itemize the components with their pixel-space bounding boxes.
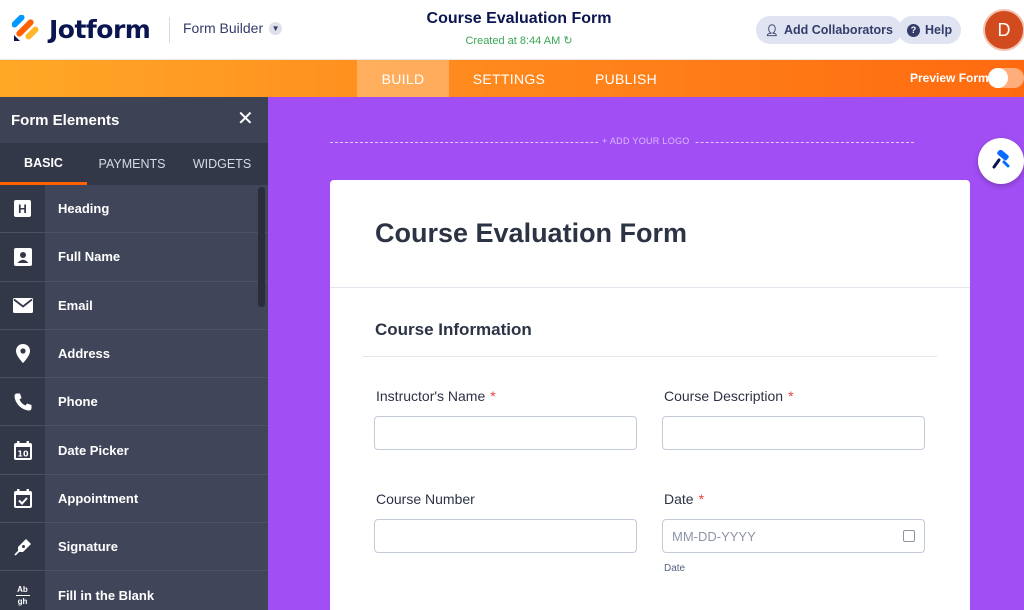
jotform-logo-mark-icon	[12, 15, 39, 41]
course-description-field[interactable]	[662, 416, 925, 450]
heading-icon: H	[0, 185, 45, 233]
created-status: Created at 8:44 AM ↻	[400, 34, 638, 47]
element-label: Date Picker	[58, 442, 129, 458]
panel-title: Form Elements	[11, 112, 120, 129]
form-builder-label: Form Builder	[183, 20, 264, 36]
element-appointment[interactable]: Appointment	[0, 474, 268, 524]
tab-basic[interactable]: BASIC	[0, 143, 87, 185]
form-card: Course Evaluation Form Course Informatio…	[330, 180, 970, 610]
panel-scrollbar[interactable]	[258, 187, 265, 307]
date-label[interactable]: Date *	[664, 491, 704, 507]
fill-blank-icon-bottom: gh	[17, 596, 28, 606]
section-divider	[363, 356, 937, 357]
element-signature[interactable]: Signature	[0, 523, 268, 572]
element-list: H Heading Full Name Email Address Phone …	[0, 185, 268, 610]
date-field[interactable]: MM-DD-YYYY	[662, 519, 925, 553]
form-heading[interactable]: Course Evaluation Form	[375, 218, 687, 249]
calendar-icon[interactable]	[903, 530, 915, 542]
form-title-block: Course Evaluation Form Created at 8:44 A…	[400, 10, 638, 47]
course-number-label[interactable]: Course Number	[376, 491, 475, 507]
add-logo-link[interactable]: + ADD YOUR LOGO	[598, 136, 694, 146]
header-form-title[interactable]: Course Evaluation Form	[400, 10, 638, 28]
add-collaborators-button[interactable]: 👤︎ Add Collaborators	[756, 16, 903, 44]
instructor-name-label[interactable]: Instructor's Name *	[376, 388, 496, 404]
toggle-knob	[988, 68, 1008, 88]
section-heading[interactable]: Course Information	[375, 320, 532, 340]
tab-widgets[interactable]: WIDGETS	[177, 143, 267, 185]
element-label: Fill in the Blank	[58, 587, 155, 603]
required-marker: *	[698, 491, 705, 507]
course-description-text: Course Description	[664, 388, 784, 404]
paint-roller-icon	[992, 150, 1010, 169]
map-pin-icon	[0, 329, 45, 378]
created-text: Created at 8:44 AM	[465, 35, 561, 47]
date-sublabel: Date	[664, 563, 686, 574]
panel-header: Form Elements ✕	[0, 97, 268, 143]
element-fill-in-the-blank[interactable]: Ab gh Fill in the Blank	[0, 571, 268, 610]
element-heading[interactable]: H Heading	[0, 185, 268, 234]
element-label: Heading	[58, 201, 110, 217]
person-card-icon	[0, 233, 45, 281]
course-number-text: Course Number	[376, 491, 475, 507]
chevron-down-icon: ▼	[269, 21, 283, 35]
element-email[interactable]: Email	[0, 281, 268, 330]
tab-build[interactable]: BUILD	[357, 60, 449, 97]
element-label: Address	[58, 346, 111, 362]
envelope-icon	[0, 281, 45, 329]
element-full-name[interactable]: Full Name	[0, 233, 268, 282]
help-button[interactable]: ? Help	[898, 16, 962, 44]
top-header: Jotform Form Builder ▼ Course Evaluation…	[0, 0, 1024, 60]
preview-form-label: Preview Form	[910, 71, 989, 85]
element-address[interactable]: Address	[0, 329, 268, 379]
date-text: Date	[664, 491, 694, 507]
preview-form-toggle[interactable]	[988, 68, 1024, 88]
tab-payments[interactable]: PAYMENTS	[88, 143, 176, 185]
element-label: Phone	[58, 394, 98, 410]
course-number-field[interactable]	[374, 519, 637, 553]
form-builder-dropdown[interactable]: Form Builder ▼	[183, 20, 283, 36]
fill-blank-icon: Ab gh	[0, 571, 45, 610]
element-date-picker[interactable]: 10 Date Picker	[0, 426, 268, 475]
svg-text:10: 10	[17, 449, 29, 458]
phone-icon	[0, 378, 45, 426]
panel-tabs: BASIC PAYMENTS WIDGETS	[0, 143, 268, 185]
date-placeholder: MM-DD-YYYY	[672, 529, 756, 544]
header-divider	[169, 17, 170, 43]
required-marker: *	[788, 388, 794, 404]
form-designer-button[interactable]	[978, 138, 1024, 184]
add-collaborators-label: Add Collaborators	[783, 23, 894, 37]
instructor-name-text: Instructor's Name	[376, 388, 486, 404]
close-icon[interactable]: ✕	[237, 109, 254, 129]
tab-publish[interactable]: PUBLISH	[580, 60, 672, 97]
calendar-icon: 10	[0, 426, 45, 474]
instructor-name-field[interactable]	[374, 416, 637, 450]
heading-divider	[330, 287, 970, 288]
course-description-label[interactable]: Course Description *	[664, 388, 794, 404]
element-label: Appointment	[58, 490, 139, 506]
question-icon: ?	[907, 23, 920, 37]
pen-nib-icon	[0, 523, 45, 571]
brand-name: Jotform	[49, 14, 151, 44]
jotform-logo[interactable]: Jotform	[12, 12, 151, 46]
element-phone[interactable]: Phone	[0, 378, 268, 427]
calendar-check-icon	[0, 474, 45, 523]
element-label: Signature	[58, 539, 118, 555]
person-icon: 👤︎	[765, 24, 779, 37]
element-label: Full Name	[58, 249, 121, 265]
element-label: Email	[58, 297, 93, 313]
help-label: Help	[925, 23, 953, 37]
required-marker: *	[490, 388, 496, 404]
form-elements-panel: Form Elements ✕ BASIC PAYMENTS WIDGETS H…	[0, 97, 268, 610]
refresh-icon: ↻	[563, 35, 573, 47]
avatar[interactable]: D	[983, 9, 1024, 51]
tab-settings[interactable]: SETTINGS	[455, 60, 563, 97]
builder-nav: BUILD SETTINGS PUBLISH Preview Form	[0, 60, 1024, 97]
fill-blank-icon-top: Ab	[17, 584, 28, 594]
